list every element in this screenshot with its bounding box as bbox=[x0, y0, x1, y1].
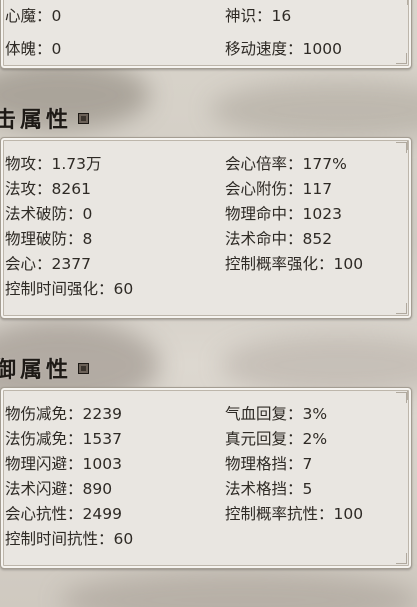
stat-magic-penetration: 法术破防：0 bbox=[5, 205, 93, 223]
basic-stats-panel: 心魔：0 体魄：0 神识：16 移动速度：1000 bbox=[0, 0, 412, 69]
stat-physical-hit: 物理命中：1023 bbox=[225, 205, 342, 223]
stat-magic-hit: 法术命中：852 bbox=[225, 230, 333, 248]
stat-control-chance-resistance: 控制概率抗性：100 bbox=[225, 505, 364, 523]
stat-magic-block: 法术格挡：5 bbox=[225, 480, 313, 498]
stat-xinmo: 心魔：0 bbox=[5, 7, 62, 25]
stat-crit-resistance: 会心抗性：2499 bbox=[5, 505, 122, 523]
defense-section-title: 御属性 bbox=[0, 352, 90, 384]
stat-control-duration-resistance: 控制时间抗性：60 bbox=[5, 530, 134, 548]
defense-section-title-text: 御属性 bbox=[0, 357, 73, 383]
stat-tipo: 体魄：0 bbox=[5, 40, 62, 58]
stat-crit: 会心：2377 bbox=[5, 255, 91, 273]
stat-crit-multiplier: 会心倍率：177% bbox=[225, 155, 347, 173]
stat-physical-dodge: 物理闪避：1003 bbox=[5, 455, 122, 473]
attack-stats-panel: 物攻：1.73万 法攻：8261 法术破防：0 物理破防：8 会心：2377 控… bbox=[0, 137, 412, 319]
stat-magic-attack: 法攻：8261 bbox=[5, 180, 91, 198]
seal-icon bbox=[78, 362, 90, 374]
stat-physical-penetration: 物理破防：8 bbox=[5, 230, 93, 248]
attack-section-title-text: 击属性 bbox=[0, 107, 73, 133]
stat-physical-damage-reduction: 物伤减免：2239 bbox=[5, 405, 122, 423]
stat-control-chance-boost: 控制概率强化：100 bbox=[225, 255, 364, 273]
stat-crit-bonus-damage: 会心附伤：117 bbox=[225, 180, 333, 198]
stat-hp-regen: 气血回复：3% bbox=[225, 405, 328, 423]
stat-mana-regen: 真元回复：2% bbox=[225, 430, 328, 448]
seal-icon bbox=[78, 112, 90, 124]
stat-magic-dodge: 法术闪避：890 bbox=[5, 480, 113, 498]
stat-move-speed: 移动速度：1000 bbox=[225, 40, 342, 58]
defense-stats-panel: 物伤减免：2239 法伤减免：1537 物理闪避：1003 法术闪避：890 会… bbox=[0, 387, 412, 569]
stat-physical-attack: 物攻：1.73万 bbox=[5, 155, 102, 173]
attack-section-title: 击属性 bbox=[0, 102, 90, 134]
stat-physical-block: 物理格挡：7 bbox=[225, 455, 313, 473]
stat-magic-damage-reduction: 法伤减免：1537 bbox=[5, 430, 122, 448]
stat-control-duration-boost: 控制时间强化：60 bbox=[5, 280, 134, 298]
stat-shenshi: 神识：16 bbox=[225, 7, 292, 25]
